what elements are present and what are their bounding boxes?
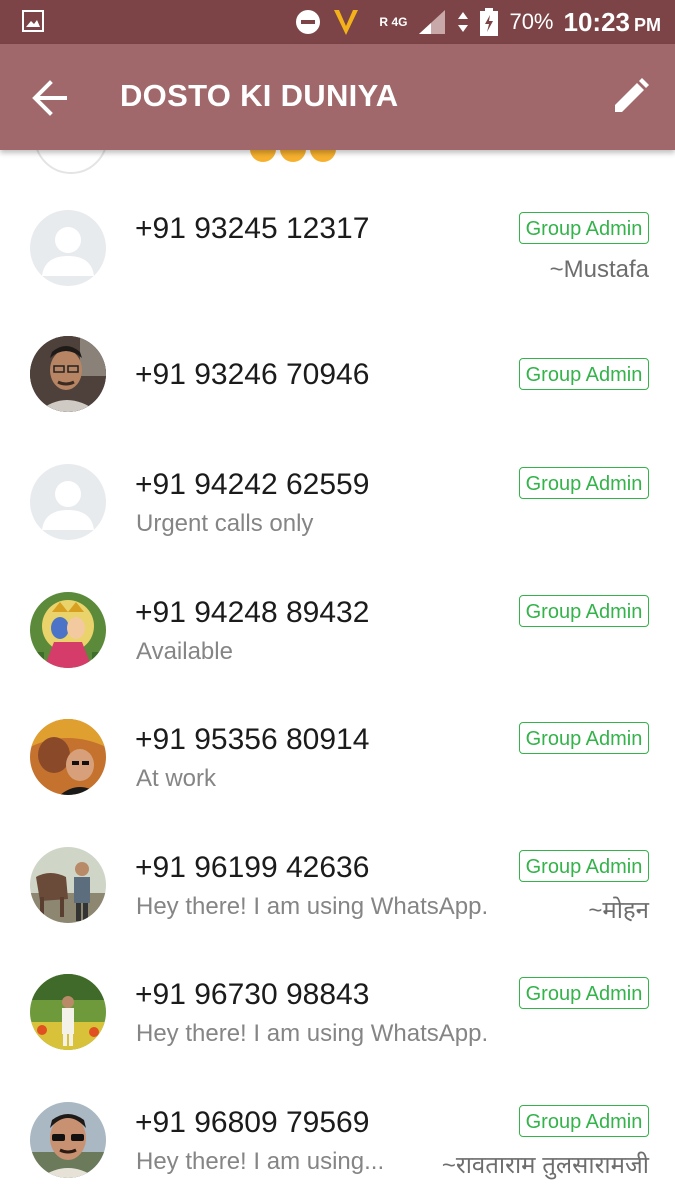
member-row[interactable]: +91 93246 70946 Group Admin [0,336,675,462]
network-label: R 4G [379,15,408,29]
member-row[interactable]: +91 94248 89432 Available Group Admin [0,592,675,718]
profile-photo-avatar [30,1102,106,1178]
image-notification-icon [22,10,44,32]
emoji-row [250,150,336,162]
battery-charging-icon [480,8,499,36]
avatar [34,150,108,174]
group-admin-badge: Group Admin [519,977,649,1009]
member-number: +91 94242 62559 [135,468,370,501]
member-status: Available [136,638,233,665]
member-list[interactable]: +91 93245 12317 Group Admin ~Mustafa +91… [0,150,675,1200]
member-number: +91 93245 12317 [135,212,370,245]
do-not-disturb-icon [296,10,321,34]
member-status: Urgent calls only [136,510,314,537]
profile-photo-avatar [30,592,106,668]
partial-row [0,150,675,180]
profile-photo-avatar [30,336,106,412]
member-row[interactable]: +91 96730 98843 Hey there! I am using Wh… [0,974,675,1100]
default-avatar-icon [30,464,106,540]
profile-photo-avatar [30,847,106,923]
v-app-icon [334,10,359,35]
member-row[interactable]: +91 95356 80914 At work Group Admin [0,719,675,845]
member-alias: ~रावताराम तुलसारामजी [441,1152,649,1179]
member-status: Hey there! I am using... [136,1148,385,1175]
profile-photo-avatar [30,719,106,795]
member-number: +91 96730 98843 [135,978,370,1011]
back-arrow-icon[interactable] [32,80,70,116]
group-admin-badge: Group Admin [519,1105,649,1137]
group-admin-badge: Group Admin [519,467,649,499]
battery-percent: 70% [509,9,554,34]
group-title: DOSTO KI DUNIYA [120,78,399,113]
group-admin-badge: Group Admin [519,850,649,882]
member-status: At work [136,765,217,792]
group-admin-badge: Group Admin [519,722,649,754]
member-alias: ~Mustafa [549,256,649,283]
member-number: +91 94248 89432 [135,596,370,629]
clock: 10:23 PM [563,6,662,37]
default-avatar-icon [30,210,106,286]
app-bar: DOSTO KI DUNIYA [0,44,675,150]
member-alias: ~मोहन [588,897,649,924]
member-number: +91 95356 80914 [135,723,370,756]
member-row[interactable]: +91 94242 62559 Urgent calls only Group … [0,464,675,590]
member-number: +91 93246 70946 [135,358,370,391]
group-admin-badge: Group Admin [519,212,649,244]
data-arrows-icon [458,12,469,32]
member-row[interactable]: +91 93245 12317 Group Admin ~Mustafa [0,190,675,316]
member-row[interactable]: +91 96199 42636 Hey there! I am using Wh… [0,847,675,973]
edit-pencil-icon[interactable] [611,78,649,116]
member-status: Hey there! I am using WhatsApp. [136,893,489,920]
status-bar: R 4G 70% 10:23 PM [0,0,675,44]
member-status: Hey there! I am using WhatsApp. [136,1020,489,1047]
group-admin-badge: Group Admin [519,358,649,390]
member-number: +91 96809 79569 [135,1106,370,1139]
member-row[interactable]: +91 96809 79569 Hey there! I am using...… [0,1102,675,1200]
group-admin-badge: Group Admin [519,595,649,627]
member-number: +91 96199 42636 [135,851,370,884]
profile-photo-avatar [30,974,106,1050]
signal-icon [419,10,446,34]
